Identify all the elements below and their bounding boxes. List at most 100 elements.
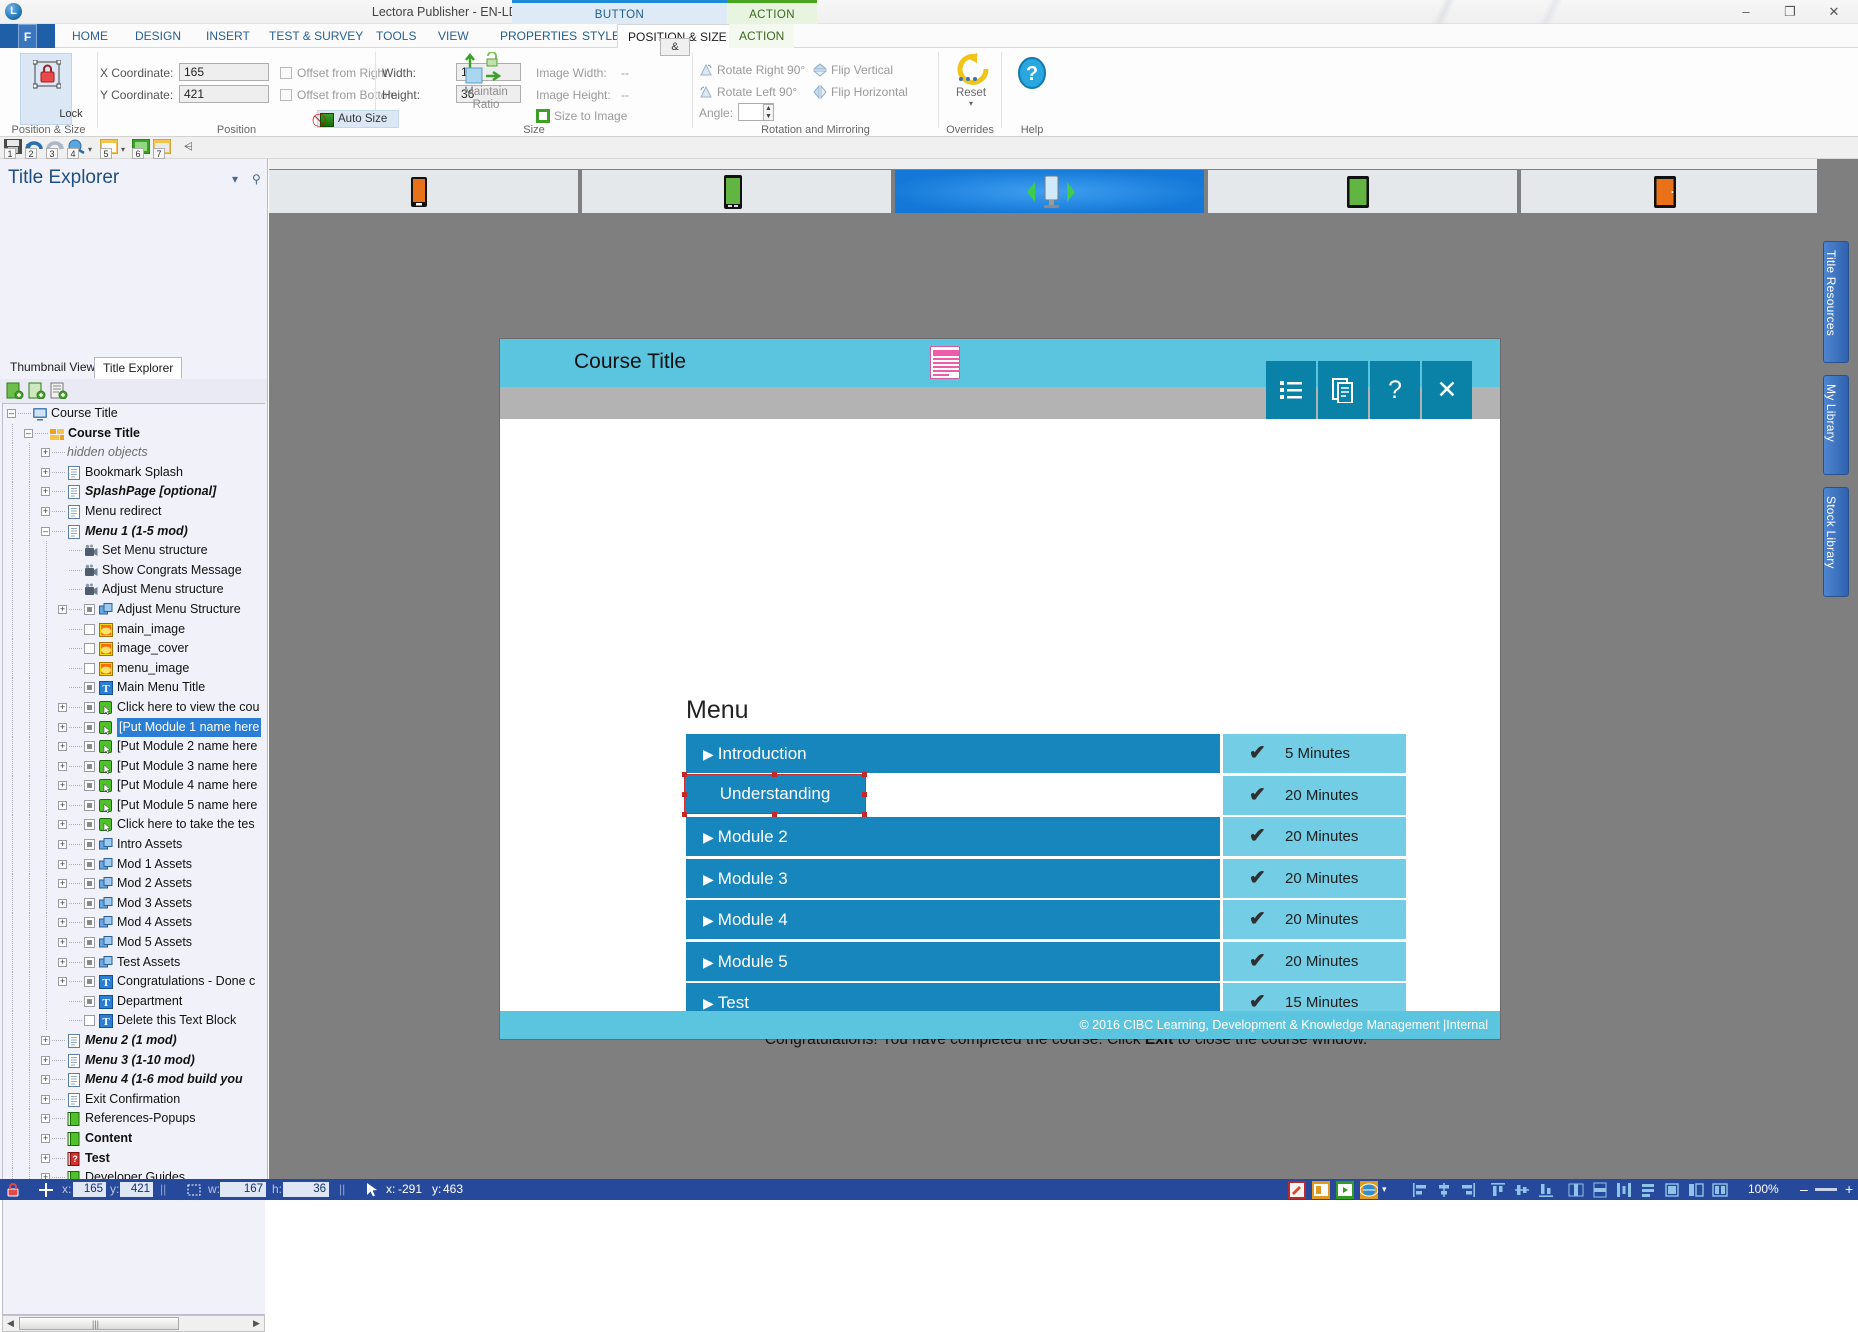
reset-button[interactable]: Reset ▾	[949, 53, 993, 108]
tree-item[interactable]: T Department	[3, 991, 265, 1012]
tree-item[interactable]: + [Put Module 3 name here	[3, 756, 265, 777]
tree-expand-icon[interactable]: +	[58, 820, 67, 830]
scroll-right-arrow-icon[interactable]: ▶	[249, 1316, 264, 1331]
add-chapter-icon[interactable]	[28, 382, 48, 400]
tree-item[interactable]: + Menu 3 (1-10 mod)	[3, 1050, 265, 1071]
tree-expand-icon[interactable]: +	[41, 1036, 50, 1045]
resize-handle[interactable]	[772, 771, 777, 777]
tab-my-library[interactable]: My Library	[1823, 375, 1849, 475]
visibility-checkbox[interactable]	[84, 799, 95, 811]
size-to-image-label[interactable]: Size to Image	[554, 109, 627, 123]
visibility-checkbox[interactable]	[84, 897, 95, 909]
tree-expand-icon[interactable]: +	[58, 938, 67, 948]
visibility-checkbox[interactable]	[84, 878, 95, 890]
selected-object-button[interactable]: Understanding	[682, 771, 867, 817]
tree-expand-icon[interactable]: +	[58, 761, 67, 771]
tree-expand-icon[interactable]: +	[58, 781, 67, 791]
distribute-h-icon[interactable]	[1568, 1182, 1584, 1198]
tree-expand-icon[interactable]: +	[41, 448, 50, 458]
align-top-icon[interactable]	[1490, 1182, 1506, 1198]
tab-title-resources[interactable]: Title Resources	[1823, 241, 1849, 363]
tree-item[interactable]: – Course Title	[3, 423, 265, 444]
minimize-button[interactable]: –	[1725, 0, 1767, 24]
resize-handle[interactable]	[862, 771, 867, 777]
zoom-out-button[interactable]: –	[1800, 1179, 1808, 1200]
maintain-ratio-icon[interactable]	[462, 51, 506, 86]
panel-collapse-chevron-down-icon[interactable]: ▾	[232, 172, 238, 186]
preview-mode-icon[interactable]	[1312, 1181, 1330, 1199]
visibility-checkbox[interactable]	[84, 995, 95, 1007]
tree-expand-icon[interactable]: +	[41, 487, 50, 497]
tree-expand-icon[interactable]: +	[58, 879, 67, 889]
tree-expand-icon[interactable]: +	[58, 898, 67, 908]
tree-expand-icon[interactable]: +	[58, 859, 67, 869]
resize-handle[interactable]	[682, 791, 687, 797]
zoom-slider-track-left[interactable]	[1815, 1188, 1837, 1191]
tree-item[interactable]: Adjust Menu structure	[3, 580, 265, 600]
visibility-checkbox[interactable]	[84, 839, 95, 851]
tree-item[interactable]: + Mod 5 Assets	[3, 933, 265, 953]
tab-title-explorer[interactable]: Title Explorer	[94, 357, 183, 379]
flip-horizontal-label[interactable]: Flip Horizontal	[831, 85, 908, 99]
align-left-icon[interactable]	[1412, 1182, 1428, 1198]
spacing-icon[interactable]	[1616, 1182, 1632, 1198]
tree-expand-icon[interactable]: +	[41, 1114, 50, 1124]
tab-action[interactable]: ACTION	[729, 24, 795, 48]
tree-item[interactable]: Set Menu structure	[3, 541, 265, 561]
resize-handle[interactable]	[862, 811, 867, 817]
tree-item[interactable]: + Mod 2 Assets	[3, 874, 265, 894]
tab-thumbnail-view[interactable]: Thumbnail View	[2, 357, 103, 379]
visibility-checkbox[interactable]	[84, 662, 95, 674]
panel-pin-icon[interactable]: ⚲	[252, 172, 261, 186]
same-width-icon[interactable]	[1640, 1182, 1656, 1198]
rotate-right-90-label[interactable]: Rotate Right 90°	[717, 63, 805, 77]
visibility-checkbox[interactable]	[84, 1015, 95, 1027]
menu-row[interactable]: ▶ Module 3 ✔ 20 Minutes	[686, 858, 1406, 898]
tree-expand-icon[interactable]: +	[58, 840, 67, 850]
nav-resources-button[interactable]	[1318, 361, 1368, 419]
tree-item[interactable]: + SplashPage [optional]	[3, 482, 265, 502]
tree-item[interactable]: – Menu 1 (1-5 mod)	[3, 521, 265, 542]
more-icon[interactable]: ⩤	[184, 141, 193, 154]
tab-tools[interactable]: TOOLS	[366, 24, 426, 48]
tree-item[interactable]: + Click here to view the cou	[3, 697, 265, 718]
align-bottom-icon[interactable]	[1538, 1182, 1554, 1198]
tree-item[interactable]: +? Test	[3, 1148, 265, 1169]
tree-item[interactable]: image_cover	[3, 639, 265, 659]
offset-from-bottom-checkbox[interactable]	[280, 89, 292, 101]
tab-test-survey[interactable]: TEST & SURVEY	[259, 24, 373, 48]
visibility-checkbox[interactable]	[84, 858, 95, 870]
tree-expand-icon[interactable]: +	[58, 918, 67, 928]
tree-item[interactable]: + Click here to take the tes	[3, 815, 265, 836]
tree-expand-icon[interactable]: +	[58, 742, 67, 752]
tab-view[interactable]: VIEW	[428, 24, 479, 48]
y-coordinate-input[interactable]: 421	[179, 85, 269, 103]
add-page-icon[interactable]	[6, 382, 26, 400]
tree-item[interactable]: + [Put Module 5 name here	[3, 795, 265, 816]
restore-button[interactable]: ❐	[1769, 0, 1811, 24]
offset-from-right-checkbox[interactable]	[280, 67, 292, 79]
tree-expand-icon[interactable]: +	[41, 1153, 50, 1163]
tree-item[interactable]: + Menu 2 (1 mod)	[3, 1031, 265, 1051]
tree-item[interactable]: + Mod 1 Assets	[3, 854, 265, 875]
tree-expand-icon[interactable]: +	[41, 1133, 50, 1143]
resize-handle[interactable]	[772, 811, 777, 817]
tree-item[interactable]: + Content	[3, 1128, 265, 1149]
page-preview[interactable]: Course Title ? ✕ Menu ▶ Introduction ✔ 5 Mi…	[500, 339, 1500, 1048]
tree-expand-icon[interactable]: +	[41, 1094, 50, 1104]
tree-item[interactable]: + [Put Module 4 name here	[3, 776, 265, 796]
tab-design[interactable]: DESIGN	[125, 24, 191, 48]
menu-row-label-cell[interactable]: ▶ Module 5	[686, 941, 1220, 981]
tree-expand-icon[interactable]: +	[58, 604, 67, 614]
visibility-checkbox[interactable]	[84, 976, 95, 988]
tree-item[interactable]: + Exit Confirmation	[3, 1089, 265, 1110]
run-mode-icon[interactable]	[1336, 1181, 1354, 1199]
reset-dropdown-chevron-down-icon[interactable]: ▾	[949, 99, 993, 108]
tree-item[interactable]: + T Congratulations - Done c	[3, 972, 265, 992]
nav-menu-list-button[interactable]	[1266, 361, 1316, 419]
tree-item[interactable]: + Intro Assets	[3, 835, 265, 855]
tab-file[interactable]: F	[0, 24, 55, 50]
scroll-left-arrow-icon[interactable]: ◀	[3, 1316, 18, 1331]
qat-preview-page-chevron-down-icon[interactable]: ▾	[121, 145, 125, 154]
align-right-icon[interactable]	[1460, 1182, 1476, 1198]
